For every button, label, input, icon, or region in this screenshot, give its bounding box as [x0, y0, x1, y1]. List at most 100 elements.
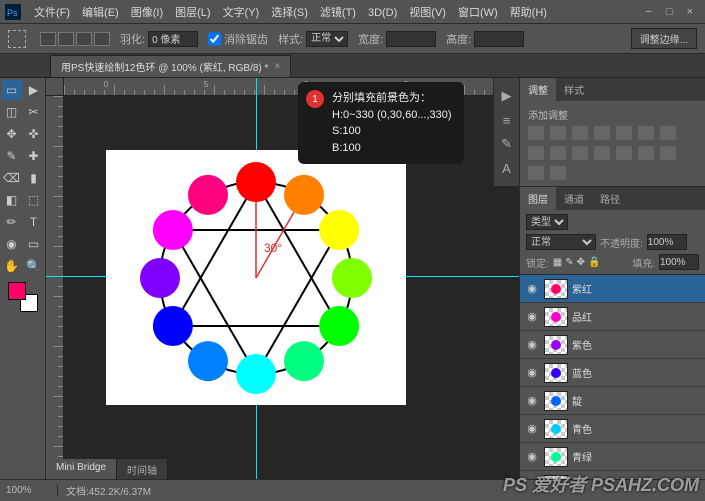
tab-minibridge[interactable]: Mini Bridge [46, 459, 117, 479]
tool-button[interactable]: ▭ [2, 80, 22, 100]
menu-item[interactable]: 文件(F) [28, 7, 76, 19]
tool-button[interactable]: T [24, 212, 44, 232]
menu-bar: Ps 文件(F)编辑(E)图像(I)图层(L)文字(Y)选择(S)滤镜(T)3D… [0, 0, 705, 24]
tab-adjustments[interactable]: 调整 [520, 78, 556, 101]
layer-filter-kind[interactable]: 类型 [526, 214, 568, 230]
tool-button[interactable]: ▮ [24, 168, 44, 188]
win-min-icon[interactable]: − [645, 6, 651, 18]
visibility-icon[interactable]: ◉ [524, 422, 540, 435]
antialias-checkbox[interactable]: 消除锯齿 [208, 31, 268, 47]
height-input[interactable] [474, 31, 524, 47]
menu-item[interactable]: 选择(S) [265, 7, 314, 19]
visibility-icon[interactable]: ◉ [524, 338, 540, 351]
collapsed-panel-strip[interactable]: ▶ ≡ ✎ A [493, 78, 519, 186]
menu-item[interactable]: 帮助(H) [504, 7, 553, 19]
visibility-icon[interactable]: ◉ [524, 366, 540, 379]
color-wheel-art: 30° [106, 150, 406, 405]
tab-styles[interactable]: 样式 [556, 78, 592, 101]
tab-paths[interactable]: 路径 [592, 187, 628, 210]
tool-button[interactable]: ⌫ [2, 168, 22, 188]
layer-name: 蓝色 [572, 365, 592, 380]
tool-button[interactable]: ◉ [2, 234, 22, 254]
menu-item[interactable]: 图层(L) [169, 7, 216, 19]
options-bar: 羽化: 消除锯齿 样式: 正常 宽度: 高度: 调整边缘... [0, 24, 705, 54]
lock-icons[interactable]: ▦✎✥🔒 [553, 257, 601, 268]
svg-text:Ps: Ps [7, 8, 18, 18]
layer-row[interactable]: ◉ 蓝色 [520, 359, 705, 387]
tool-button[interactable]: ▭ [24, 234, 44, 254]
status-bar: 100% 文档:452.2K/6.37M [0, 479, 705, 501]
feather-input[interactable] [148, 31, 198, 47]
tool-button[interactable]: ◧ [2, 190, 22, 210]
menu-item[interactable]: 滤镜(T) [314, 7, 362, 19]
document-tab-title: 用PS快速绘制12色环 @ 100% (紫红, RGB/8) * [61, 59, 268, 74]
color-swatches[interactable] [8, 282, 38, 312]
tool-button[interactable]: ◫ [2, 102, 22, 122]
menu-item[interactable]: 窗口(W) [452, 7, 504, 19]
close-icon[interactable]: × [274, 61, 280, 72]
visibility-icon[interactable]: ◉ [524, 310, 540, 323]
tool-button[interactable]: ✏ [2, 212, 22, 232]
tool-button[interactable]: ✜ [24, 124, 44, 144]
tool-button[interactable]: ⬚ [24, 190, 44, 210]
zoom-field[interactable]: 100% [0, 485, 58, 496]
layer-row[interactable]: ◉品红 [520, 303, 705, 331]
layer-row[interactable]: ◉绿色 [520, 471, 705, 479]
layer-thumb [544, 335, 568, 355]
layer-name: 靛 [572, 393, 582, 408]
refine-edge-button[interactable]: 调整边缘... [631, 28, 697, 49]
tab-timeline[interactable]: 时间轴 [117, 459, 168, 479]
layer-thumb [544, 363, 568, 383]
layer-row[interactable]: ◉紫色 [520, 331, 705, 359]
layer-name: 青色 [572, 421, 592, 436]
layer-row[interactable]: ◉靛 [520, 387, 705, 415]
tab-layers[interactable]: 图层 [520, 187, 556, 210]
width-label: 宽度: [358, 31, 383, 47]
canvas[interactable]: 30° [106, 150, 406, 405]
tool-button[interactable]: 🔍 [24, 256, 44, 276]
tool-button[interactable]: ✎ [2, 146, 22, 166]
adjustment-icons[interactable] [528, 126, 697, 180]
layer-thumb [544, 279, 568, 299]
menu-item[interactable]: 编辑(E) [76, 7, 125, 19]
selection-mode-buttons[interactable] [40, 32, 110, 46]
win-close-icon[interactable]: × [687, 6, 693, 18]
win-max-icon[interactable]: □ [666, 6, 673, 18]
tool-button[interactable]: ✂ [24, 102, 44, 122]
hint-tooltip: 1 分别填充前景色为： H:0~330 (0,30,60...,330) S:1… [298, 82, 464, 164]
style-select[interactable]: 正常 [306, 31, 348, 47]
ruler-vertical[interactable] [46, 96, 64, 479]
menu-item[interactable]: 视图(V) [403, 7, 452, 19]
marquee-tool-icon[interactable] [8, 30, 26, 48]
fill-input[interactable] [659, 254, 699, 270]
brush-icon: ✎ [499, 136, 515, 152]
menu-item[interactable]: 图像(I) [125, 7, 169, 19]
toolbox: ▭▶◫✂✥✜✎✚⌫▮◧⬚✏T◉▭✋🔍 [0, 78, 46, 479]
layer-row[interactable]: ◉青绿 [520, 443, 705, 471]
visibility-icon[interactable]: ◉ [524, 394, 540, 407]
visibility-icon[interactable]: ◉ [524, 450, 540, 463]
menu-item[interactable]: 文字(Y) [217, 7, 266, 19]
actions-icon: ≡ [499, 112, 515, 128]
layer-thumb [544, 447, 568, 467]
tab-channels[interactable]: 通道 [556, 187, 592, 210]
tool-button[interactable]: ▶ [24, 80, 44, 100]
canvas-area: 0505 30° 1 分别填充前景色为： H:0~330 (0,30,60...… [46, 78, 519, 479]
layer-row[interactable]: ◉ 紫红 [520, 275, 705, 303]
document-tab[interactable]: 用PS快速绘制12色环 @ 100% (紫红, RGB/8) * × [50, 55, 291, 77]
tool-button[interactable]: ✚ [24, 146, 44, 166]
layer-name: 紫红 [572, 281, 592, 296]
visibility-icon[interactable]: ◉ [524, 282, 540, 295]
height-label: 高度: [446, 31, 471, 47]
layers-header: 类型 正常 不透明度: 锁定: ▦✎✥🔒 填充: [520, 210, 705, 275]
foreground-swatch[interactable] [8, 282, 26, 300]
width-input[interactable] [386, 31, 436, 47]
menu-item[interactable]: 3D(D) [362, 7, 403, 19]
layer-row[interactable]: ◉ 青色 [520, 415, 705, 443]
step-badge: 1 [306, 90, 324, 108]
blend-mode-select[interactable]: 正常 [526, 234, 596, 250]
opacity-input[interactable] [647, 234, 687, 250]
tool-button[interactable]: ✋ [2, 256, 22, 276]
history-icon: ▶ [499, 88, 515, 104]
tool-button[interactable]: ✥ [2, 124, 22, 144]
